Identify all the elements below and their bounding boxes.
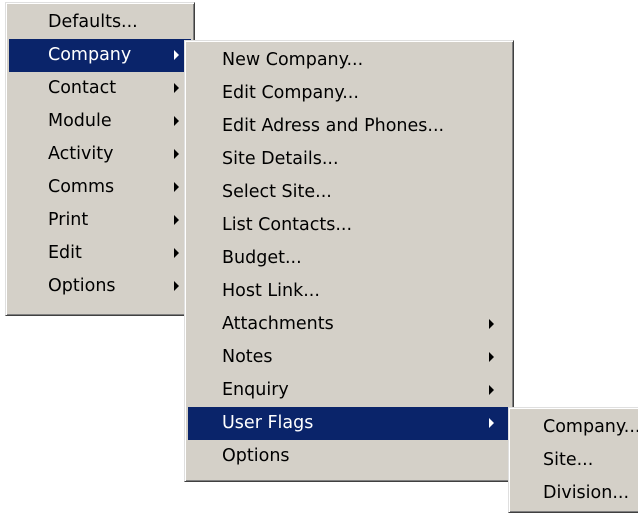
menu-item-label: Module <box>48 111 112 131</box>
menu-item-label: Edit Company... <box>222 83 359 103</box>
user-flags-submenu: Company... Site... Division... <box>508 407 638 513</box>
submenu-item-select-site[interactable]: Select Site... <box>188 176 510 209</box>
menu-item-label: Contact <box>48 78 117 98</box>
flags-item-site[interactable]: Site... <box>512 444 638 477</box>
menu-item-label: Options <box>48 276 116 296</box>
submenu-arrow-icon <box>489 352 494 362</box>
menu-item-label: Activity <box>48 144 114 164</box>
menu-item-print[interactable]: Print <box>9 204 191 237</box>
submenu-arrow-icon <box>174 116 179 126</box>
menu-item-label: Enquiry <box>222 380 289 400</box>
menu-item-label: Host Link... <box>222 281 320 301</box>
flags-item-company[interactable]: Company... <box>512 411 638 444</box>
menu-item-label: Company... <box>543 417 638 437</box>
submenu-item-edit-adress-and-phones[interactable]: Edit Adress and Phones... <box>188 110 510 143</box>
submenu-arrow-icon <box>174 281 179 291</box>
submenu-item-budget[interactable]: Budget... <box>188 242 510 275</box>
menu-item-label: User Flags <box>222 413 314 433</box>
submenu-item-host-link[interactable]: Host Link... <box>188 275 510 308</box>
menu-item-module[interactable]: Module <box>9 105 191 138</box>
menu-item-defaults[interactable]: Defaults... <box>9 6 191 39</box>
menu-item-label: Defaults... <box>48 12 138 32</box>
submenu-arrow-icon <box>174 50 179 60</box>
submenu-arrow-icon <box>174 215 179 225</box>
menu-item-activity[interactable]: Activity <box>9 138 191 171</box>
submenu-item-options[interactable]: Options <box>188 440 510 473</box>
menu-item-contact[interactable]: Contact <box>9 72 191 105</box>
submenu-arrow-icon <box>174 182 179 192</box>
submenu-item-enquiry[interactable]: Enquiry <box>188 374 510 407</box>
menu-item-label: List Contacts... <box>222 215 353 235</box>
main-menu: Defaults... Company Contact Module Activ… <box>5 2 195 316</box>
company-submenu: New Company... Edit Company... Edit Adre… <box>184 40 514 482</box>
submenu-item-notes[interactable]: Notes <box>188 341 510 374</box>
submenu-arrow-icon <box>489 385 494 395</box>
menu-item-label: Company <box>48 45 132 65</box>
menu-item-label: Print <box>48 210 89 230</box>
menu-item-label: Select Site... <box>222 182 332 202</box>
menu-item-label: Edit <box>48 243 82 263</box>
menu-item-options[interactable]: Options <box>9 270 191 303</box>
submenu-item-edit-company[interactable]: Edit Company... <box>188 77 510 110</box>
menu-item-label: Edit Adress and Phones... <box>222 116 445 136</box>
submenu-item-attachments[interactable]: Attachments <box>188 308 510 341</box>
menu-item-label: Site... <box>543 450 594 470</box>
menu-item-company[interactable]: Company <box>9 39 191 72</box>
menu-item-label: Budget... <box>222 248 302 268</box>
menu-item-label: Notes <box>222 347 273 367</box>
submenu-item-new-company[interactable]: New Company... <box>188 44 510 77</box>
submenu-arrow-icon <box>489 319 494 329</box>
menu-item-label: Division... <box>543 483 630 503</box>
submenu-arrow-icon <box>174 149 179 159</box>
menu-item-label: Site Details... <box>222 149 339 169</box>
submenu-arrow-icon <box>489 418 494 428</box>
submenu-arrow-icon <box>174 83 179 93</box>
menu-item-comms[interactable]: Comms <box>9 171 191 204</box>
submenu-item-site-details[interactable]: Site Details... <box>188 143 510 176</box>
menu-item-label: New Company... <box>222 50 364 70</box>
menu-item-label: Options <box>222 446 290 466</box>
menu-item-label: Comms <box>48 177 115 197</box>
menu-item-label: Attachments <box>222 314 334 334</box>
submenu-item-user-flags[interactable]: User Flags <box>188 407 510 440</box>
menu-item-edit[interactable]: Edit <box>9 237 191 270</box>
submenu-item-list-contacts[interactable]: List Contacts... <box>188 209 510 242</box>
flags-item-division[interactable]: Division... <box>512 477 638 510</box>
submenu-arrow-icon <box>174 248 179 258</box>
